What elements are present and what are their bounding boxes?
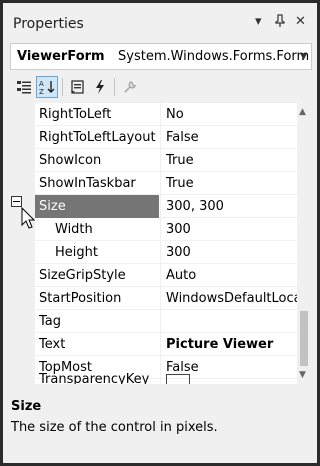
color-swatch: [166, 373, 190, 384]
svg-text:A: A: [39, 80, 44, 88]
property-row-tag[interactable]: Tag: [9, 310, 297, 333]
property-row-showintaskbar[interactable]: ShowInTaskbar True: [9, 172, 297, 195]
property-row-sizegripstyle[interactable]: SizeGripStyle Auto: [9, 264, 297, 287]
property-name: Width: [55, 222, 93, 237]
row-gutter: [9, 149, 35, 172]
properties-icon[interactable]: [67, 76, 89, 98]
alphabetical-icon[interactable]: AZ: [36, 76, 58, 98]
scroll-up-icon[interactable]: ▲: [299, 107, 306, 117]
property-value[interactable]: False: [160, 126, 297, 149]
property-value[interactable]: True: [160, 149, 297, 172]
property-value[interactable]: Picture Viewer: [160, 333, 297, 356]
property-row-transparencykey[interactable]: TransparencyKey: [9, 368, 297, 384]
row-gutter: [9, 287, 35, 310]
title-bar: Properties ▾ ✕: [3, 3, 317, 41]
row-gutter: [9, 333, 35, 356]
property-grid: RightToLeft No RightToLeftLayout False S…: [9, 103, 311, 384]
dropdown-arrow-icon[interactable]: ▾: [255, 14, 262, 30]
categorized-icon[interactable]: [13, 76, 35, 98]
property-value[interactable]: 300: [160, 218, 297, 241]
description-title: Size: [11, 399, 42, 414]
property-row-size[interactable]: Size 300, 300: [9, 195, 297, 218]
property-name: SizeGripStyle: [39, 268, 126, 283]
property-value[interactable]: Auto: [160, 264, 297, 287]
description-text: The size of the control in pixels.: [11, 420, 218, 435]
property-name: TransparencyKey: [39, 372, 150, 384]
toolbar-separator: [114, 78, 115, 96]
property-name: ShowIcon: [39, 153, 102, 168]
toolbar-separator: [62, 78, 63, 96]
property-value[interactable]: WindowsDefaultLocation: [160, 287, 297, 310]
window-title: Properties: [13, 16, 84, 32]
property-name: StartPosition: [39, 291, 122, 306]
collapse-icon[interactable]: [11, 196, 22, 207]
object-selector[interactable]: ViewerForm System.Windows.Forms.Form ▼: [10, 43, 312, 70]
events-icon[interactable]: [89, 76, 111, 98]
scrollbar-thumb[interactable]: [300, 311, 308, 366]
property-value[interactable]: No: [160, 103, 297, 126]
row-gutter: [9, 310, 35, 333]
property-name: RightToLeft: [39, 107, 112, 122]
property-row-height[interactable]: Height 300: [9, 241, 297, 264]
object-name: ViewerForm: [17, 49, 105, 64]
property-row-text[interactable]: Text Picture Viewer: [9, 333, 297, 356]
property-value[interactable]: True: [160, 172, 297, 195]
property-value[interactable]: 300: [160, 241, 297, 264]
pin-icon[interactable]: [275, 14, 285, 33]
property-row-showicon[interactable]: ShowIcon True: [9, 149, 297, 172]
object-type: System.Windows.Forms.Form: [118, 49, 310, 64]
property-name: ShowInTaskbar: [39, 176, 136, 191]
property-name: RightToLeftLayout: [39, 130, 156, 145]
property-value[interactable]: [160, 368, 297, 384]
description-panel: Size The size of the control in pixels.: [3, 385, 317, 463]
close-icon[interactable]: ✕: [295, 14, 306, 30]
property-name: Tag: [39, 314, 62, 329]
row-gutter: [9, 172, 35, 195]
property-value[interactable]: 300, 300: [160, 195, 297, 218]
property-row-righttoleft[interactable]: RightToLeft No: [9, 103, 297, 126]
properties-window: Properties ▾ ✕ ViewerForm System.Windows…: [0, 0, 320, 466]
chevron-down-icon[interactable]: ▼: [300, 52, 307, 62]
property-pages-icon[interactable]: [119, 76, 141, 98]
mouse-cursor-icon: [21, 207, 35, 229]
property-rows: RightToLeft No RightToLeftLayout False S…: [9, 103, 297, 384]
property-name: Height: [55, 245, 98, 260]
property-value[interactable]: [160, 310, 297, 333]
property-name: Text: [39, 337, 66, 352]
property-row-startposition[interactable]: StartPosition WindowsDefaultLocation: [9, 287, 297, 310]
properties-toolbar: AZ: [3, 72, 317, 102]
vertical-scrollbar[interactable]: ▲ ▼: [297, 103, 311, 384]
row-gutter: [9, 368, 35, 384]
property-row-width[interactable]: Width 300: [9, 218, 297, 241]
property-name: Size: [35, 195, 159, 218]
row-gutter: [9, 264, 35, 287]
scroll-down-icon[interactable]: ▼: [299, 370, 306, 380]
property-row-righttoleftlayout[interactable]: RightToLeftLayout False: [9, 126, 297, 149]
row-gutter: [9, 126, 35, 149]
row-gutter: [9, 241, 35, 264]
svg-text:Z: Z: [39, 88, 44, 95]
row-gutter: [9, 103, 35, 126]
